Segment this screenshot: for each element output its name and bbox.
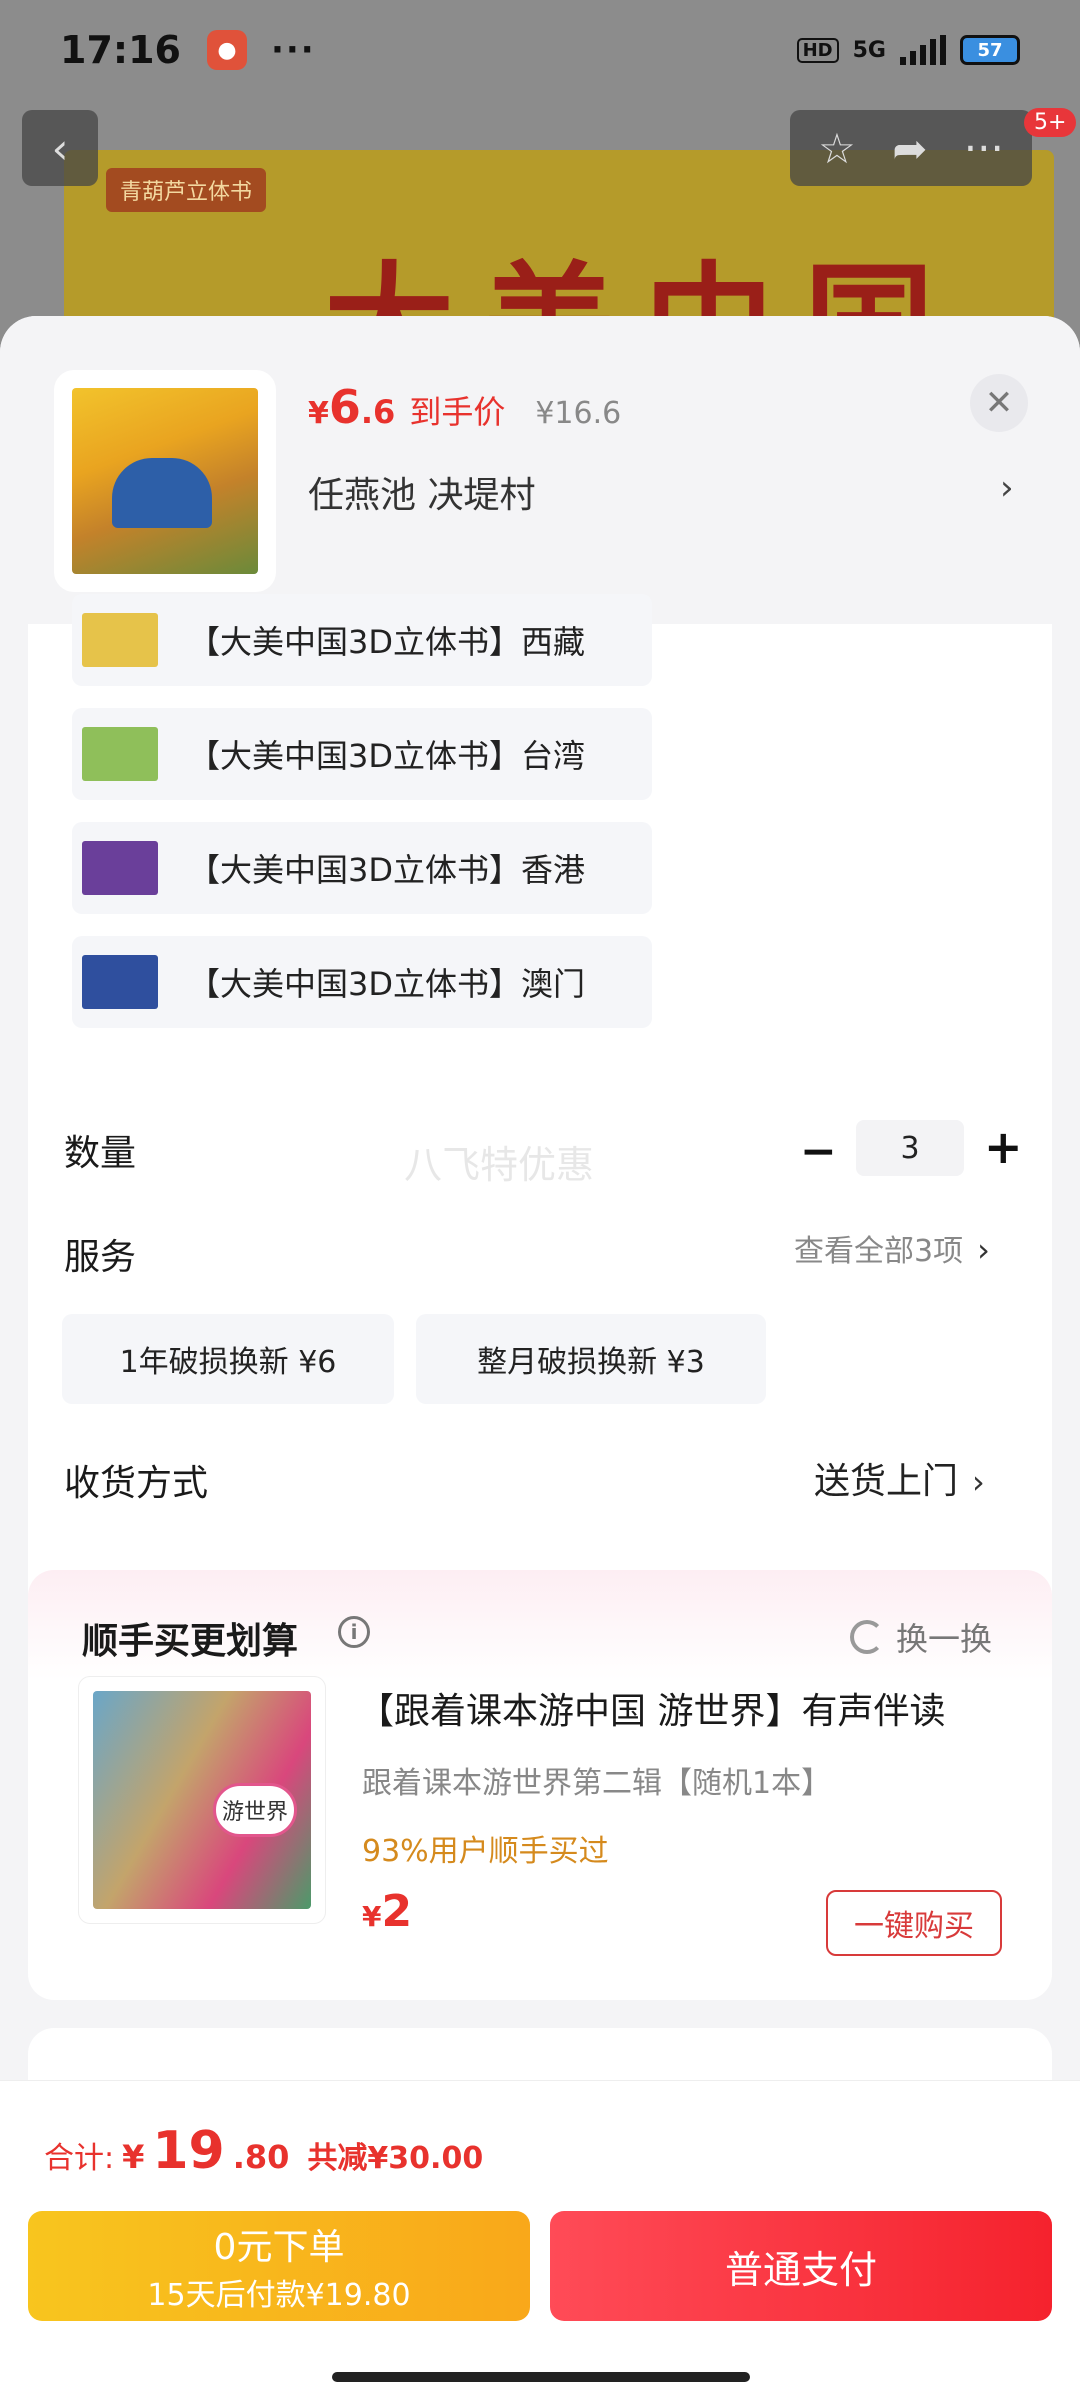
upsell-price: ¥2 <box>362 1886 413 1937</box>
quantity-input[interactable]: 3 <box>856 1120 964 1176</box>
variant-option[interactable]: 【大美中国3D立体书】西藏 <box>72 594 652 686</box>
variant-thumbnail <box>82 841 158 895</box>
delivery-method-label: 收货方式 <box>64 1463 209 1504</box>
signal-icon <box>900 35 946 65</box>
upsell-title: 顺手买更划算 <box>82 1621 299 1662</box>
info-icon[interactable]: i <box>338 1616 370 1648</box>
upsell-thumbnail[interactable] <box>78 1676 326 1924</box>
final-price: ¥6.6 <box>308 380 396 434</box>
hd-icon: HD <box>796 37 839 63</box>
network-label: 5G <box>852 37 886 63</box>
upsell-product-name[interactable]: 【跟着课本游中国 游世界】有声伴读 <box>358 1682 1018 1734</box>
delivery-method-value[interactable]: 送货上门 › <box>814 1452 985 1504</box>
chevron-right-icon[interactable]: › <box>1000 468 1014 508</box>
variant-thumbnail <box>82 613 158 667</box>
upsell-card: 顺手买更划算 i 换一换 【跟着课本游中国 游世界】有声伴读 跟着课本游世界第二… <box>28 1570 1052 2000</box>
variant-label: 【大美中国3D立体书】西藏 <box>188 623 586 661</box>
one-click-buy-button[interactable]: 一键购买 <box>826 1890 1002 1956</box>
quantity-increase-button[interactable]: + <box>984 1120 1023 1174</box>
product-summary: ¥6.6 到手价 ¥16.6 任燕池 决堤村 › ✕ <box>0 316 1080 624</box>
service-label: 服务 <box>64 1237 137 1278</box>
total-amount-dec: .80 <box>232 2138 290 2176</box>
variant-label: 【大美中国3D立体书】台湾 <box>188 737 586 775</box>
delivery-address[interactable]: 任燕池 决堤村 <box>308 466 535 518</box>
pay-later-button[interactable]: 0元下单 15天后付款¥19.80 <box>28 2211 530 2321</box>
star-icon[interactable]: ☆ <box>818 124 856 173</box>
delivery-method-text: 送货上门 <box>814 1461 959 1502</box>
close-icon: ✕ <box>984 383 1014 423</box>
battery-icon: 57 <box>960 35 1020 65</box>
home-indicator[interactable] <box>332 2372 750 2382</box>
total-amount-int: 19 <box>152 2121 225 2181</box>
upsell-variant: 跟着课本游世界第二辑【随机1本】 <box>362 1766 832 1801</box>
chevron-right-icon: › <box>977 1231 990 1269</box>
more-icon[interactable]: ··· <box>964 124 1004 173</box>
quantity-label: 数量 <box>64 1133 137 1174</box>
view-all-services-label: 查看全部3项 <box>794 1234 964 1269</box>
order-total: 合计: ¥19.80 共减¥30.00 <box>44 2121 483 2181</box>
status-bar: 17:16 ● ··· HD 5G 57 <box>0 0 1080 100</box>
refresh-label: 换一换 <box>896 1620 993 1658</box>
variant-option[interactable]: 【大美中国3D立体书】香港 <box>72 822 652 914</box>
quantity-decrease-button[interactable]: − <box>800 1126 837 1177</box>
upsell-social-proof: 93%用户顺手买过 <box>362 1834 609 1869</box>
price-row: ¥6.6 到手价 ¥16.6 <box>308 380 621 434</box>
final-price-label: 到手价 <box>409 393 506 431</box>
variant-thumbnail <box>82 727 158 781</box>
total-discount: 共减¥30.00 <box>307 2141 484 2176</box>
chevron-right-icon: › <box>972 1463 985 1501</box>
chevron-left-icon: ‹ <box>51 123 69 173</box>
notification-badge: 5+ <box>1024 108 1077 137</box>
checkout-bar: 合计: ¥19.80 共减¥30.00 0元下单 15天后付款¥19.80 普通… <box>0 2080 1080 2400</box>
share-icon[interactable]: ➦ <box>892 124 927 173</box>
top-actions: ☆ ➦ ··· <box>790 110 1032 186</box>
pay-now-button[interactable]: 普通支付 <box>550 2211 1052 2321</box>
pay-later-label: 0元下单 <box>213 2227 345 2268</box>
total-label: 合计: <box>44 2141 115 2176</box>
variant-label: 【大美中国3D立体书】澳门 <box>188 965 586 1003</box>
status-time: 17:16 <box>60 28 181 72</box>
total-currency: ¥ <box>122 2138 145 2176</box>
banner-brand-tag: 青葫芦立体书 <box>106 168 267 212</box>
pay-later-sublabel: 15天后付款¥19.80 <box>147 2278 411 2313</box>
original-price: ¥16.6 <box>535 396 622 431</box>
status-more-dots: ··· <box>270 30 316 70</box>
status-indicators: HD 5G 57 <box>796 35 1020 65</box>
watermark: 八飞特优惠 <box>404 1143 595 1187</box>
refresh-button[interactable]: 换一换 <box>850 1614 992 1660</box>
variant-option[interactable]: 【大美中国3D立体书】澳门 <box>72 936 652 1028</box>
close-button[interactable]: ✕ <box>970 374 1028 432</box>
variant-option[interactable]: 【大美中国3D立体书】台湾 <box>72 708 652 800</box>
variant-label: 【大美中国3D立体书】香港 <box>188 851 586 889</box>
back-button[interactable]: ‹ <box>22 110 98 186</box>
service-chip-1year[interactable]: 1年破损换新 ¥6 <box>62 1314 394 1404</box>
service-chip-month[interactable]: 整月破损换新 ¥3 <box>416 1314 766 1404</box>
product-thumbnail <box>54 370 276 592</box>
variant-thumbnail <box>82 955 158 1009</box>
view-all-services-link[interactable]: 查看全部3项 › <box>794 1226 990 1270</box>
app-notification-icon: ● <box>206 30 247 70</box>
refresh-icon <box>850 1620 884 1654</box>
